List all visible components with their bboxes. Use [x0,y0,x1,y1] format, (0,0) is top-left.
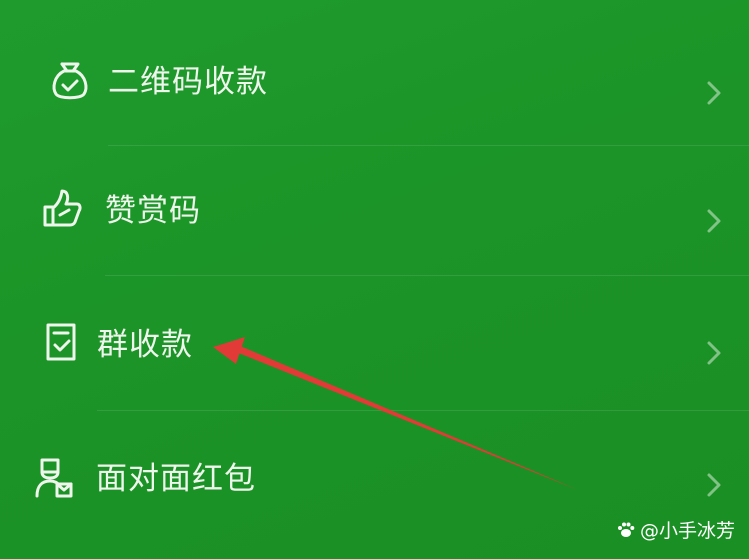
thumbs-up-icon [40,186,84,230]
chevron-right-icon [703,78,725,108]
menu-item-label: 群收款 [97,327,193,363]
divider [108,145,749,146]
divider [105,275,749,276]
money-bag-icon [48,58,92,102]
chevron-right-icon [703,206,725,236]
chevron-right-icon [703,470,725,500]
chevron-right-icon [703,338,725,368]
menu-item-group-collection[interactable]: 群收款 [0,280,749,408]
menu-item-label: 面对面红包 [96,461,256,497]
watermark: @小手冰芳 [616,516,735,545]
divider [97,410,749,411]
watermark-text: @小手冰芳 [639,520,735,542]
menu-item-qr-payment[interactable]: 二维码收款 [0,20,749,148]
payment-menu: 二维码收款 赞赏码 群收款 面对面红包 [0,0,749,559]
menu-item-tip-code[interactable]: 赞赏码 [0,148,749,276]
menu-item-label: 二维码收款 [108,64,268,100]
people-envelope-icon [33,456,77,500]
paw-icon [616,520,636,545]
checklist-doc-icon [40,320,84,364]
menu-item-label: 赞赏码 [105,193,201,229]
